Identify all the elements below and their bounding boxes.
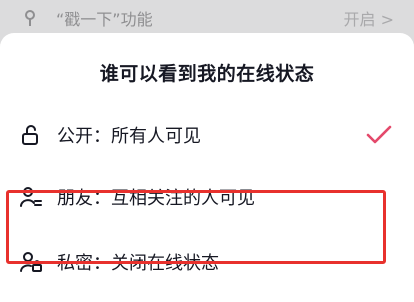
unlock-icon [22, 125, 38, 145]
option-private-label: 私密：关闭在线状态 [57, 253, 219, 274]
poke-feature-value: 开启 > [343, 10, 395, 29]
private-user-lock-icon [20, 252, 42, 272]
sheet-title: 谁可以看到我的在线状态 [99, 63, 315, 85]
option-friends-label: 朋友：互相关注的人可见 [57, 188, 255, 209]
poke-feature-label: “戳一下”功能 [56, 10, 153, 29]
online-status-sheet: 谁可以看到我的在线状态 公开：所有人可见 朋友：互相关注的人可见 私密：关闭在线… [0, 33, 414, 302]
check-icon [366, 125, 392, 144]
option-public-label: 公开：所有人可见 [57, 126, 201, 147]
poke-icon [25, 10, 35, 26]
option-public[interactable]: 公开：所有人可见 [0, 107, 414, 163]
screen-glare [292, 200, 372, 250]
friends-icon [20, 187, 42, 207]
